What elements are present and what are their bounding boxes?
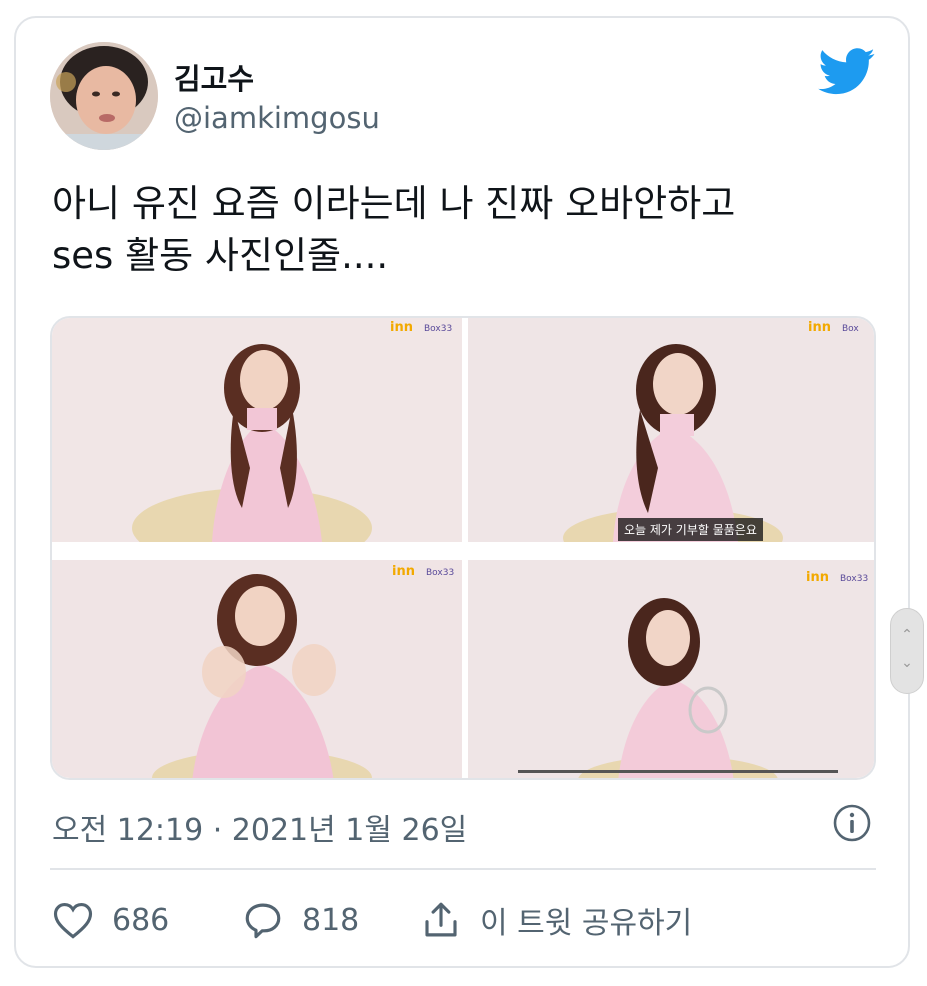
like-count: 686 xyxy=(112,902,170,938)
tweet-text-line: 아니 유진 요즘 이라는데 나 진짜 오바안하고 xyxy=(52,182,736,225)
speech-bubble-icon xyxy=(245,903,281,939)
photo-4[interactable]: inn Box33 xyxy=(468,560,874,778)
tweet-text: 아니 유진 요즘 이라는데 나 진짜 오바안하고 ses 활동 사진인줄.... xyxy=(52,178,872,282)
tweet-text-line: ses 활동 사진인줄.... xyxy=(52,234,389,277)
box-logo: Box33 xyxy=(426,568,455,578)
inn-logo: inn xyxy=(806,570,829,585)
tweet-timestamp[interactable]: 오전 12:19 · 2021년 1월 26일 xyxy=(52,805,467,849)
author-name[interactable]: 김고수 xyxy=(174,56,254,98)
chevron-down-icon: ⌄ xyxy=(901,655,913,671)
box-logo: Box33 xyxy=(840,574,869,584)
photo-2[interactable]: inn Box 오늘 제가 기부할 물품은요 xyxy=(468,318,874,542)
info-icon[interactable] xyxy=(832,803,872,843)
inn-logo: inn xyxy=(392,564,415,579)
reply-button[interactable]: 818 xyxy=(242,896,359,944)
photo-1[interactable]: inn Box33 xyxy=(52,318,462,542)
chevron-up-icon: ⌃ xyxy=(901,627,913,643)
box-logo: Box33 xyxy=(424,324,453,334)
author-handle[interactable]: @iamkimgosu xyxy=(174,101,380,135)
photo-3[interactable]: inn Box33 xyxy=(52,560,462,778)
video-subtitle: 오늘 제가 기부할 물품은요 xyxy=(618,518,763,541)
share-icon xyxy=(425,902,457,937)
twitter-bird-icon[interactable] xyxy=(818,48,876,96)
photo-grid: inn Box33 inn Box 오늘 제가 기부할 물품은요 inn Box… xyxy=(50,316,876,780)
box-logo: Box xyxy=(842,324,859,334)
inn-logo: inn xyxy=(390,320,413,335)
heart-icon xyxy=(53,903,93,939)
divider xyxy=(50,868,876,870)
share-label: 이 트윗 공유하기 xyxy=(480,906,693,941)
share-button[interactable]: 이 트윗 공유하기 xyxy=(420,896,692,944)
inn-logo: inn xyxy=(808,320,831,335)
reply-count: 818 xyxy=(302,902,360,938)
avatar[interactable] xyxy=(50,42,158,150)
like-button[interactable]: 686 xyxy=(52,896,169,944)
scroll-handle[interactable]: ⌃ ⌄ xyxy=(890,608,924,694)
